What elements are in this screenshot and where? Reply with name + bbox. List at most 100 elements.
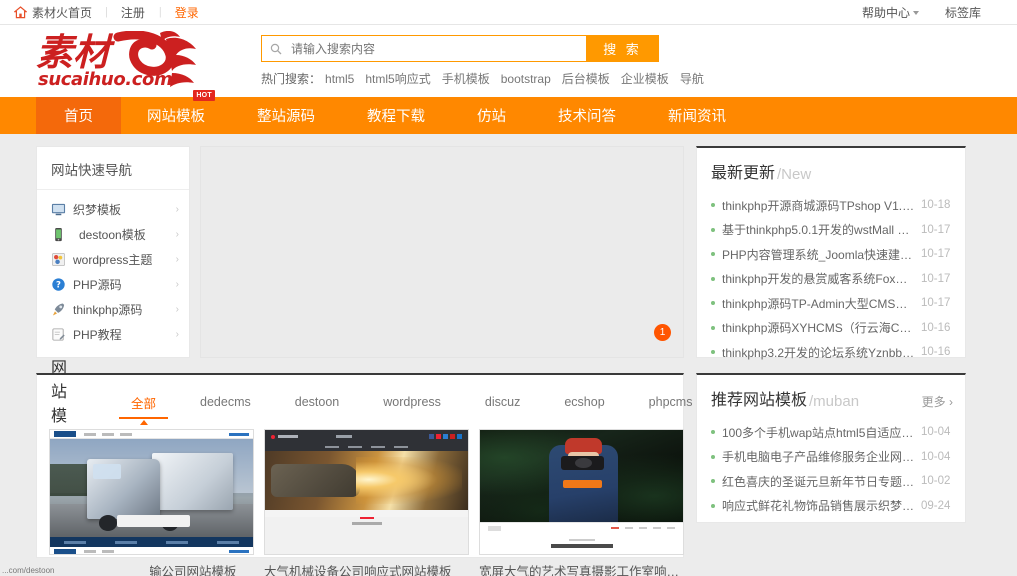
bullet-icon: [711, 430, 715, 434]
recommended-item-date: 10-04: [921, 426, 950, 438]
latest-item-link[interactable]: thinkphp源码TP-Admin大型CMS站群...: [722, 295, 915, 312]
banner-indicator-1[interactable]: 1: [654, 324, 671, 341]
latest-item-date: 10-17: [921, 248, 950, 260]
recommended-more-link[interactable]: 更多 ›: [922, 393, 953, 410]
latest-updates-header: 最新更新 /New: [697, 148, 965, 191]
recommended-item-link[interactable]: 100多个手机wap站点html5自适应浏览...: [722, 424, 915, 441]
quicknav-label-thinkphp: thinkphp源码: [73, 301, 176, 318]
left-column: 网站快速导航 织梦模板 ›: [36, 146, 684, 558]
latest-item-link[interactable]: thinkphp源码XYHCMS（行云海CMS）...: [722, 319, 915, 336]
latest-item-link[interactable]: thinkphp开源商城源码TPshop V1.3.1...: [722, 197, 915, 214]
nav-item-tutorials[interactable]: 教程下载: [341, 97, 451, 134]
latest-item-link[interactable]: thinkphp开发的悬赏威客系统FoxPHP...: [722, 270, 915, 287]
recommended-item-link[interactable]: 手机电脑电子产品维修服务企业网站模板: [722, 448, 915, 465]
list-item: 红色喜庆的圣诞元旦新年节日专题网页... 10-02: [711, 469, 953, 494]
template-thumbnail-photography[interactable]: [479, 429, 684, 555]
bullet-icon: [711, 479, 715, 483]
nav-item-home[interactable]: 首页: [36, 97, 121, 134]
template-caption[interactable]: 宽屏大气的艺术写真摄影工作室响应式网站: [479, 561, 684, 576]
topbar-link-login[interactable]: 登录: [175, 4, 213, 21]
search-block: 搜 索 热门搜索： html5 html5响应式 手机模板 bootstrap …: [261, 35, 715, 87]
chevron-right-icon: ›: [176, 304, 179, 315]
topbar-link-register[interactable]: 注册: [121, 4, 159, 21]
site-logo[interactable]: 素材 sucaihuo.com: [36, 31, 226, 91]
tab-dedecms[interactable]: dedecms: [178, 387, 273, 417]
list-item: PHP内容管理系统_Joomla快速建站指南... 10-17: [711, 242, 953, 267]
rocket-icon: [51, 302, 66, 317]
tab-discuz[interactable]: discuz: [463, 387, 542, 417]
quicknav-item-php-tutorial[interactable]: PHP教程 ›: [37, 322, 189, 347]
topbar-link-help[interactable]: 帮助中心: [862, 4, 919, 21]
topbar-link-home[interactable]: 素材火首页: [32, 4, 105, 21]
banner-carousel[interactable]: 1: [200, 146, 684, 358]
tab-all[interactable]: 全部: [109, 387, 178, 417]
topbar-left: 素材火首页 | 注册 | 登录: [14, 4, 213, 21]
template-card: 大气的货运物流运输公司网站模板: [49, 429, 254, 576]
topbar: 素材火首页 | 注册 | 登录 帮助中心 标签库: [0, 0, 1017, 25]
bullet-icon: [711, 326, 715, 330]
latest-item-link[interactable]: thinkphp3.2开发的论坛系统Yznbbs论...: [722, 344, 915, 361]
hot-keyword-nav[interactable]: 导航: [680, 70, 704, 87]
search-row: 搜 索: [261, 35, 715, 62]
list-item: 100多个手机wap站点html5自适应浏览... 10-04: [711, 420, 953, 445]
hot-keyword-enterprise[interactable]: 企业模板: [621, 70, 669, 87]
nav-item-clone[interactable]: 仿站: [451, 97, 532, 134]
latest-item-date: 10-16: [921, 322, 950, 334]
svg-text:素材: 素材: [36, 31, 116, 74]
nav-hot-badge: HOT: [193, 90, 215, 101]
content-area: 网站快速导航 织梦模板 ›: [0, 134, 1017, 558]
list-item: thinkphp源码TP-Admin大型CMS站群... 10-17: [711, 291, 953, 316]
template-thumbnail-truck[interactable]: [49, 429, 254, 555]
template-card: 宽屏大气的艺术写真摄影工作室响应式网站: [479, 429, 684, 576]
topbar-link-tags[interactable]: 标签库: [945, 4, 981, 21]
nav-item-templates[interactable]: HOT 网站模板: [121, 97, 231, 134]
quicknav-item-php-source[interactable]: ? PHP源码 ›: [37, 272, 189, 297]
recommended-title-en: /muban: [809, 393, 859, 410]
svg-text:sucaihuo.com: sucaihuo.com: [38, 69, 172, 90]
hot-keyword-html5-responsive[interactable]: html5响应式: [365, 70, 430, 87]
topbar-separator-1: |: [105, 6, 121, 18]
tab-phpcms[interactable]: phpcms: [627, 387, 715, 417]
hot-keyword-mobile[interactable]: 手机模板: [442, 70, 490, 87]
chevron-down-icon: [913, 11, 919, 15]
template-thumbnail-machinery[interactable]: [264, 429, 469, 555]
search-button[interactable]: 搜 索: [586, 35, 659, 62]
search-input[interactable]: [289, 38, 569, 59]
tab-destoon[interactable]: destoon: [273, 387, 361, 417]
nav-item-news[interactable]: 新闻资讯: [642, 97, 752, 134]
bullet-icon: [711, 504, 715, 508]
hot-keyword-admin[interactable]: 后台模板: [562, 70, 610, 87]
quick-nav-title: 网站快速导航: [37, 147, 189, 190]
latest-item-link[interactable]: 基于thinkphp5.0.1开发的wstMall V1.7....: [722, 221, 915, 238]
quicknav-label-php-tutorial: PHP教程: [73, 326, 176, 343]
bullet-icon: [711, 455, 715, 459]
recommended-item-link[interactable]: 响应式鲜花礼物饰品销售展示织梦模板: [722, 497, 915, 514]
home-icon: [14, 6, 27, 19]
list-item: thinkphp开发的悬赏威客系统FoxPHP... 10-17: [711, 267, 953, 292]
latest-item-date: 10-17: [921, 224, 950, 236]
quick-nav-list: 织梦模板 › destoon模板 ›: [37, 190, 189, 347]
quicknav-item-thinkphp[interactable]: thinkphp源码 ›: [37, 297, 189, 322]
site-header: 素材 sucaihuo.com: [0, 25, 1017, 97]
templates-tabs: 全部 dedecms destoon wordpress discuz ecsh…: [109, 387, 714, 417]
recommended-title: 推荐网站模板: [711, 386, 807, 410]
hot-keyword-bootstrap[interactable]: bootstrap: [501, 72, 551, 86]
recommended-item-link[interactable]: 红色喜庆的圣诞元旦新年节日专题网页...: [722, 473, 915, 490]
quicknav-item-dedecms[interactable]: 织梦模板 ›: [37, 197, 189, 222]
bullet-icon: [711, 277, 715, 281]
tab-ecshop[interactable]: ecshop: [542, 387, 626, 417]
nav-item-source[interactable]: 整站源码: [231, 97, 341, 134]
note-icon: [51, 327, 66, 342]
latest-item-link[interactable]: PHP内容管理系统_Joomla快速建站指南...: [722, 246, 915, 263]
list-item: thinkphp源码XYHCMS（行云海CMS）... 10-16: [711, 316, 953, 341]
quicknav-item-destoon[interactable]: destoon模板 ›: [37, 222, 189, 247]
chevron-right-icon: ›: [176, 229, 179, 240]
nav-item-qa[interactable]: 技术问答: [532, 97, 642, 134]
quicknav-item-wordpress[interactable]: wordpress主题 ›: [37, 247, 189, 272]
template-caption[interactable]: 大气机械设备公司响应式网站模板: [264, 561, 469, 576]
phone-icon: [51, 227, 66, 242]
bullet-icon: [711, 350, 715, 354]
hot-keyword-html5[interactable]: html5: [325, 72, 354, 86]
tab-wordpress[interactable]: wordpress: [361, 387, 463, 417]
search-box[interactable]: [261, 35, 586, 62]
